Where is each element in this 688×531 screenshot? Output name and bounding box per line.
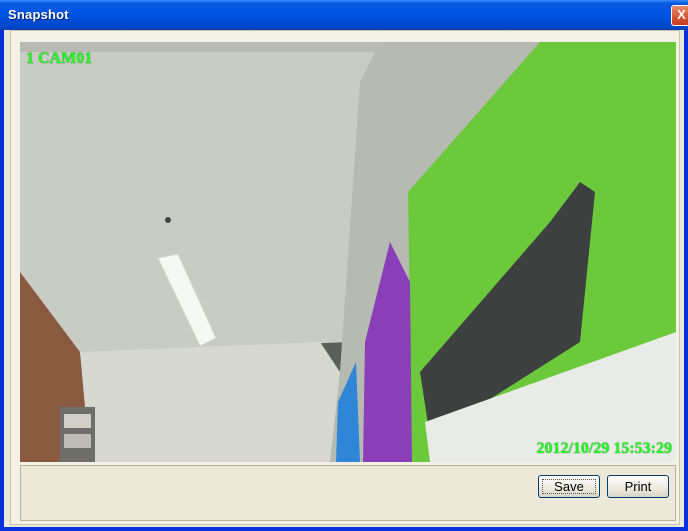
snapshot-window: Snapshot X 1 CAM01 2012/10/29 15:53:29 S… (0, 0, 688, 531)
timestamp-label: 2012/10/29 15:53:29 (536, 440, 672, 457)
close-icon[interactable]: X (671, 5, 688, 26)
shelf-item (64, 414, 91, 428)
snapshot-image: 1 CAM01 2012/10/29 15:53:29 (20, 42, 676, 462)
ceiling (20, 42, 400, 372)
print-button[interactable]: Print (607, 475, 669, 498)
button-panel: Save Print (20, 465, 676, 521)
sprinkler (165, 217, 171, 223)
shelf-item (64, 434, 91, 448)
save-button[interactable]: Save (538, 475, 600, 498)
back-wall (80, 342, 340, 462)
camera-label: 1 CAM01 (26, 50, 93, 67)
camera-scene (20, 42, 676, 462)
window-title: Snapshot (8, 7, 69, 22)
title-bar[interactable]: Snapshot X (0, 0, 688, 30)
